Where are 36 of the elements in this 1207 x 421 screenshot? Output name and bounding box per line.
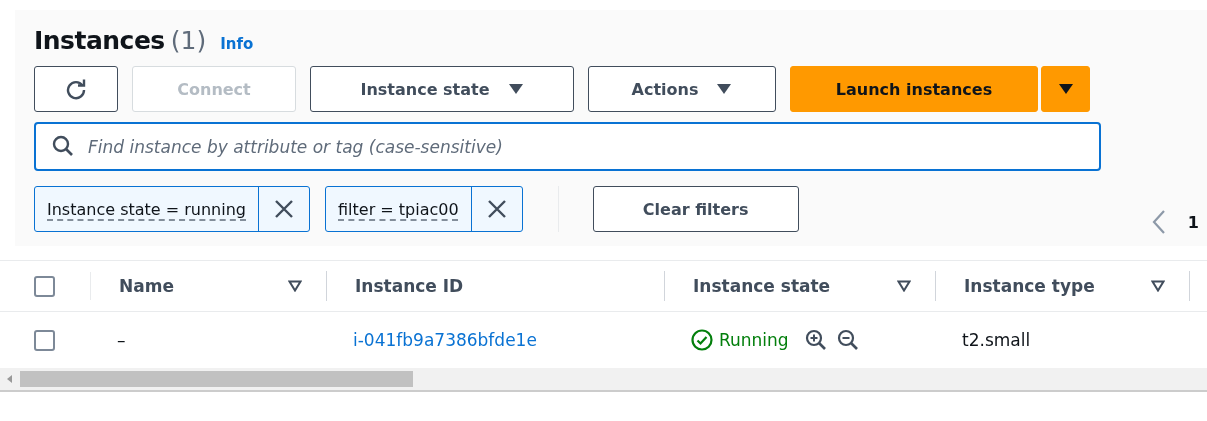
dropdown-button[interactable]: Actions: [588, 66, 776, 112]
close-icon: [274, 199, 294, 219]
sort-icon[interactable]: [897, 280, 911, 292]
row-checkbox[interactable]: [34, 329, 55, 351]
status-text: Running: [719, 330, 789, 350]
previous-page-icon[interactable]: [1151, 209, 1166, 235]
page-number[interactable]: 1: [1187, 212, 1199, 232]
caret-icon: [716, 83, 733, 95]
horizontal-scrollbar[interactable]: [0, 368, 1207, 392]
refresh-icon: [65, 78, 87, 100]
zoom-in-icon[interactable]: [804, 329, 827, 351]
table-cell: –: [117, 330, 126, 350]
close-icon: [486, 199, 507, 219]
column-header[interactable]: Name: [119, 276, 174, 296]
page-title: Instances: [34, 26, 165, 55]
zoom-out-icon[interactable]: [836, 329, 859, 351]
launch-instances-button[interactable]: Launch instances: [790, 66, 1038, 112]
refresh-button[interactable]: [34, 66, 118, 112]
search-field[interactable]: Find instance by attribute or tag (case-sensitive): [34, 122, 1101, 171]
column-header[interactable]: Instance ID: [355, 276, 464, 296]
sort-icon[interactable]: [288, 280, 302, 292]
column-header[interactable]: Instance type: [964, 276, 1095, 296]
column-header[interactable]: Instance state: [693, 276, 831, 296]
search-icon: [52, 135, 74, 157]
sort-icon[interactable]: [1151, 280, 1165, 292]
caret-icon: [507, 83, 524, 95]
check-circle-icon: [691, 329, 713, 351]
info-link[interactable]: Info: [220, 35, 254, 53]
select-all-checkbox[interactable]: [34, 275, 55, 297]
instance-id-link[interactable]: i-041fb9a7386bfde1e: [353, 330, 537, 350]
caret-icon: [1057, 83, 1074, 95]
launch-dropdown-button[interactable]: [1041, 66, 1090, 112]
instance-count: (1): [170, 26, 207, 55]
table-cell: t2.small: [962, 330, 1031, 350]
clear-filters-button[interactable]: Clear filters: [592, 186, 799, 232]
dropdown-button[interactable]: Instance state: [310, 66, 574, 112]
